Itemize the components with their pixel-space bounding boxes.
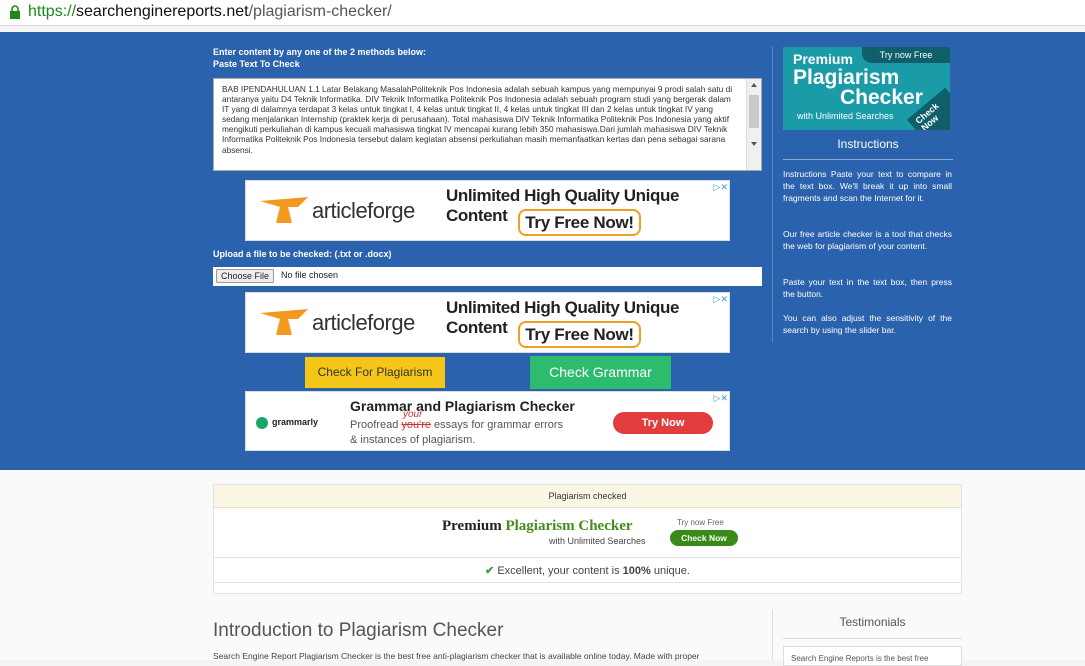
premium-checker-word: Checker	[840, 86, 923, 109]
results-separator	[214, 557, 961, 558]
results-separator	[214, 582, 961, 583]
premium-subtitle: with Unlimited Searches	[797, 111, 894, 121]
articleforge-logo-icon	[260, 309, 308, 335]
browser-address-bar[interactable]: https://searchenginereports.net/plagiari…	[0, 0, 1085, 26]
grammarly-subline-1: Proofread you're essays for grammar erro…	[350, 419, 564, 431]
scroll-up-icon[interactable]	[751, 83, 757, 87]
articleforge-ad-top[interactable]: articleforge Unlimited High Quality Uniq…	[245, 180, 730, 241]
instructions-divider	[783, 159, 953, 160]
results-banner-try: Try now Free	[677, 518, 724, 527]
ad-close-icon[interactable]: ▷✕	[714, 393, 728, 404]
plagiarism-results-box: Plagiarism checked Premium Plagiarism Ch…	[213, 484, 962, 594]
instructions-title: Instructions	[837, 137, 899, 151]
articleforge-brand: articleforge	[312, 198, 415, 223]
articleforge-logo-icon	[260, 197, 308, 223]
scroll-thumb[interactable]	[749, 95, 759, 128]
ad-close-icon[interactable]: ▷✕	[714, 182, 728, 193]
testimonials-title: Testimonials	[839, 615, 906, 629]
premium-try-now: Try now Free	[862, 47, 950, 63]
grammarly-try-now-button[interactable]: Try Now	[613, 412, 713, 434]
instructions-paragraph: Our free article checker is a tool that …	[783, 229, 952, 251]
intro-label: Enter content by any one of the 2 method…	[213, 47, 427, 57]
check-grammar-button[interactable]: Check Grammar	[530, 356, 671, 389]
articleforge-cta-button[interactable]: Try Free Now!	[518, 321, 641, 348]
no-file-text: No file chosen	[281, 270, 339, 280]
grammarly-logo-icon	[256, 417, 268, 429]
check-plagiarism-button[interactable]: Check For Plagiarism	[305, 357, 445, 388]
results-header: Plagiarism checked	[214, 485, 961, 508]
paste-label: Paste Text To Check	[213, 59, 300, 69]
file-upload-row: Choose File No file chosen	[213, 267, 762, 286]
grammarly-ad[interactable]: grammarly Grammar and Plagiarism Checker…	[245, 391, 730, 451]
articleforge-ad-bottom[interactable]: articleforge Unlimited High Quality Uniq…	[245, 292, 730, 353]
results-premium-banner[interactable]: Premium Plagiarism Checker	[442, 518, 633, 535]
testimonials-divider	[783, 638, 962, 639]
checkmark-icon: ✔	[485, 565, 495, 577]
instructions-paragraph: Paste your text in the text box, then pr…	[783, 277, 952, 299]
textarea-scrollbar[interactable]	[746, 79, 761, 170]
grammarly-brand: grammarly	[272, 417, 319, 427]
text-input-area[interactable]: BAB IPENDAHULUAN 1.1 Latar Belakang Masa…	[213, 78, 762, 171]
lock-icon	[10, 5, 20, 19]
articleforge-brand: articleforge	[312, 310, 415, 335]
textarea-content: BAB IPENDAHULUAN 1.1 Latar Belakang Masa…	[222, 84, 733, 155]
sidebar-divider	[772, 46, 773, 342]
results-banner-subtitle: with Unlimited Searches	[549, 536, 646, 546]
articleforge-cta-button[interactable]: Try Free Now!	[518, 209, 641, 236]
instructions-paragraph: You can also adjust the sensitivity of t…	[783, 313, 952, 335]
ad-close-icon[interactable]: ▷✕	[714, 294, 728, 305]
instructions-paragraph: Instructions Paste your text to compare …	[783, 169, 952, 203]
premium-word: Premium	[793, 51, 853, 67]
url-text: https://searchenginereports.net/plagiari…	[28, 3, 392, 20]
intro-heading: Introduction to Plagiarism Checker	[213, 620, 504, 641]
testimonial-card: Search Engine Reports is the best free	[783, 646, 962, 666]
grammarly-subline-2: & instances of plagiarism.	[350, 434, 476, 446]
premium-checker-banner[interactable]: Try now Free Premium Plagiarism Checker …	[783, 47, 950, 130]
result-message: ✔ Excellent, your content is 100% unique…	[485, 565, 690, 577]
results-check-now-button[interactable]: Check Now	[670, 530, 738, 546]
grammarly-headline: Grammar and Plagiarism Checker	[350, 398, 575, 414]
lower-sidebar-divider	[772, 610, 773, 660]
choose-file-button[interactable]: Choose File	[216, 269, 275, 283]
upload-label: Upload a file to be checked: (.txt or .d…	[213, 249, 392, 259]
scroll-down-icon[interactable]	[751, 142, 757, 146]
